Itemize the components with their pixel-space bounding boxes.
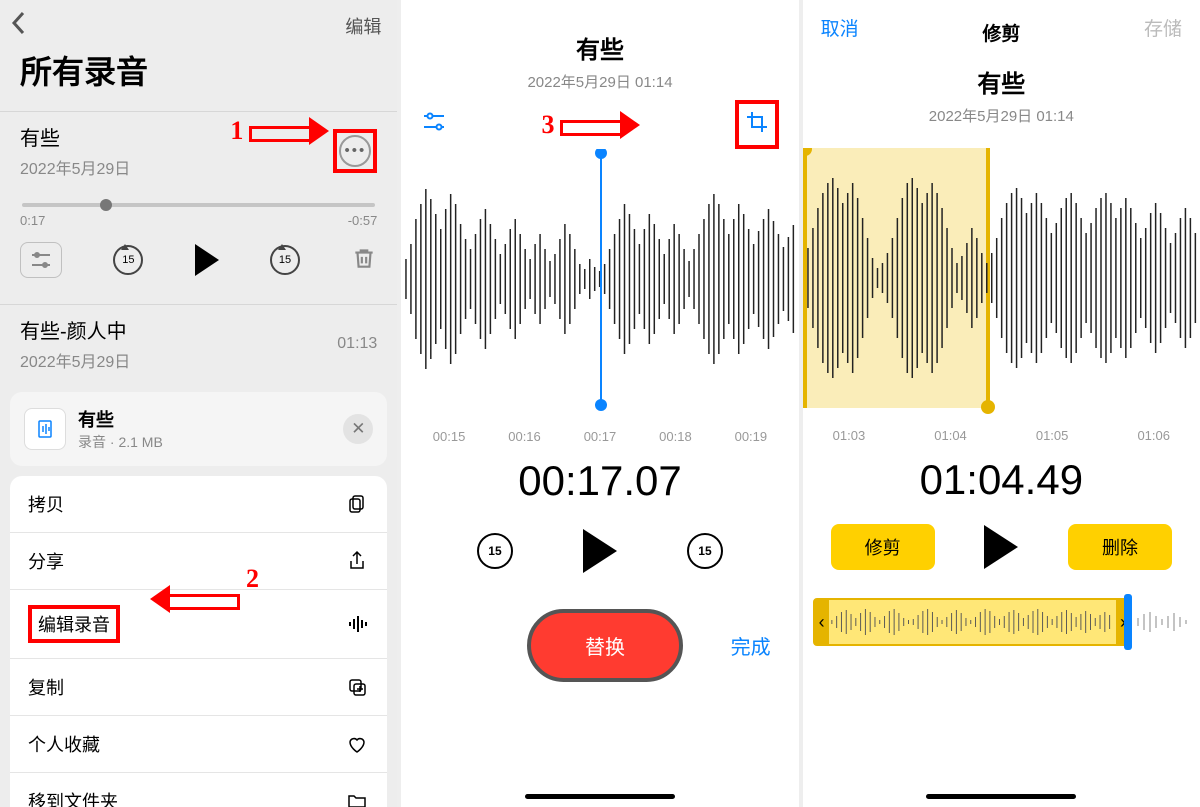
back-icon[interactable]	[10, 10, 28, 41]
panel-trim: 取消 存储 修剪 有些 2022年5月29日 01:14 01:0301:040…	[803, 0, 1200, 807]
sheet-header: 有些 录音 · 2.1 MB ✕	[10, 392, 387, 466]
home-indicator	[926, 794, 1076, 799]
crop-icon[interactable]	[745, 121, 769, 138]
overview-cursor[interactable]	[1124, 594, 1132, 650]
sheet-item-share[interactable]: 分享	[10, 533, 387, 590]
recording-row[interactable]: 有些-颜人中 2022年5月29日 01:13	[0, 304, 397, 382]
callout-2: 2	[246, 564, 259, 594]
recording-row-expanded[interactable]: 有些 2022年5月29日 ••• 1 0:17 -0:57 15 15	[0, 111, 397, 304]
action-sheet: 拷贝 分享 编辑录音 2 复制 个人收藏	[10, 476, 387, 807]
current-time: 00:17.07	[401, 457, 798, 505]
recording-date: 2022年5月29日 01:14	[803, 105, 1200, 126]
trim-title: 修剪	[803, 19, 1200, 46]
cancel-button[interactable]: 取消	[821, 14, 859, 41]
callout-1: 1	[230, 116, 243, 146]
sheet-item-favorite[interactable]: 个人收藏	[10, 716, 387, 773]
file-icon	[24, 408, 66, 450]
trash-icon[interactable]	[351, 245, 377, 276]
edit-button[interactable]: 编辑	[345, 13, 381, 39]
sheet-subtitle: 录音 · 2.1 MB	[78, 432, 163, 452]
sheet-item-move[interactable]: 移到文件夹	[10, 773, 387, 807]
duplicate-icon	[345, 675, 369, 699]
play-icon[interactable]	[583, 529, 617, 573]
waveform-icon	[345, 612, 369, 636]
playhead[interactable]	[600, 149, 602, 409]
arrow-right-icon	[560, 117, 640, 133]
skip-forward-icon[interactable]: 15	[270, 245, 300, 275]
folder-icon	[345, 789, 369, 807]
overview-selection[interactable]: ‹ ›	[813, 598, 1132, 646]
scrubber[interactable]	[22, 203, 375, 207]
overview-track[interactable]: ‹ ›	[813, 598, 1190, 646]
time-remaining: -0:57	[348, 213, 378, 228]
panel-edit-recording: 有些 2022年5月29日 01:14 3	[401, 0, 798, 807]
time-ruler: 00:1500:1600:1700:1800:19	[401, 429, 798, 444]
skip-back-icon[interactable]: 15	[113, 245, 143, 275]
label: 个人收藏	[28, 731, 100, 757]
skip-back-icon[interactable]: 15	[477, 533, 513, 569]
replace-button[interactable]: 替换	[527, 609, 683, 682]
recording-date: 2022年5月29日	[20, 348, 130, 372]
recording-name: 有些-颜人中	[20, 315, 130, 344]
heart-icon	[345, 732, 369, 756]
panel-recordings-list: 编辑 所有录音 有些 2022年5月29日 ••• 1 0:17 -0:57	[0, 0, 397, 807]
delete-button[interactable]: 删除	[1068, 524, 1172, 570]
label: 复制	[28, 674, 64, 700]
label: 移到文件夹	[28, 788, 118, 807]
share-icon	[345, 549, 369, 573]
sheet-item-duplicate[interactable]: 复制	[10, 659, 387, 716]
time-elapsed: 0:17	[20, 213, 45, 228]
sheet-title: 有些	[78, 406, 163, 432]
skip-forward-icon[interactable]: 15	[687, 533, 723, 569]
recording-duration: 01:13	[337, 335, 377, 353]
waveform[interactable]: 00:1500:1600:1700:1800:19	[401, 149, 798, 449]
close-icon[interactable]: ✕	[343, 414, 373, 444]
arrow-left-icon	[150, 591, 240, 607]
settings-icon[interactable]	[20, 242, 62, 278]
sliders-icon[interactable]	[421, 111, 447, 138]
done-button[interactable]: 完成	[731, 631, 771, 660]
play-icon[interactable]	[195, 244, 219, 276]
overview-handle-left[interactable]: ‹	[815, 600, 829, 644]
recording-name: 有些	[803, 64, 1200, 99]
current-time: 01:04.49	[803, 456, 1200, 504]
recording-date: 2022年5月29日	[20, 155, 130, 179]
page-title: 所有录音	[0, 41, 397, 111]
label: 拷贝	[28, 491, 64, 517]
play-icon[interactable]	[984, 525, 1018, 569]
label: 编辑录音	[38, 615, 110, 635]
home-indicator	[525, 794, 675, 799]
recording-date: 2022年5月29日 01:14	[401, 71, 798, 92]
save-button[interactable]: 存储	[1144, 14, 1182, 41]
recording-name: 有些	[20, 122, 130, 151]
callout-3: 3	[541, 110, 554, 140]
arrow-right-icon	[249, 123, 329, 139]
more-icon[interactable]: •••	[339, 135, 371, 167]
sheet-item-copy[interactable]: 拷贝	[10, 476, 387, 533]
trim-button[interactable]: 修剪	[831, 524, 935, 570]
copy-icon	[345, 492, 369, 516]
time-ruler: 01:0301:0401:0501:06	[803, 428, 1200, 443]
waveform[interactable]: 01:0301:0401:0501:06	[803, 148, 1200, 448]
label: 分享	[28, 548, 64, 574]
recording-name: 有些	[401, 30, 798, 65]
